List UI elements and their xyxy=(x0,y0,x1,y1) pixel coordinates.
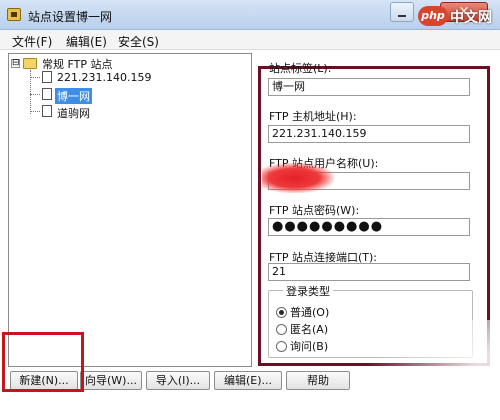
minimize-button[interactable] xyxy=(390,2,414,22)
site-label-field[interactable]: 博一网 xyxy=(268,78,470,96)
edit-button[interactable]: 编辑(E)... xyxy=(214,371,282,390)
host-caption: FTP 主机地址(H): xyxy=(269,110,357,123)
password-caption: FTP 站点密码(W): xyxy=(269,204,360,217)
watermark: php 中文网 xyxy=(418,4,498,30)
site-label-caption: 站点标签(L): xyxy=(269,62,332,75)
login-option-ask[interactable]: 询问(B) xyxy=(276,338,328,354)
menu-file[interactable]: 文件(F) xyxy=(12,33,52,50)
window-title: 站点设置博一网 xyxy=(28,10,113,24)
site-page-icon xyxy=(42,71,52,83)
redaction-mark xyxy=(262,163,334,193)
tree-connector xyxy=(30,77,40,78)
tree-item-boyi[interactable]: 博一网 xyxy=(55,88,92,104)
radio-icon[interactable] xyxy=(276,324,287,335)
radio-label: 匿名(A) xyxy=(290,323,329,336)
radio-label: 询问(B) xyxy=(290,340,329,353)
login-option-anonymous[interactable]: 匿名(A) xyxy=(276,321,328,337)
new-button-highlight xyxy=(2,332,84,392)
radio-label: 普通(O) xyxy=(290,306,330,319)
image-fade-overlay xyxy=(330,320,500,420)
login-type-title: 登录类型 xyxy=(283,283,333,299)
tree-connector xyxy=(30,111,40,112)
tree-root-label[interactable]: 常规 FTP 站点 xyxy=(42,56,112,72)
tree-expander-icon[interactable]: ⊟ xyxy=(11,59,20,68)
app-icon xyxy=(7,8,21,21)
login-option-normal[interactable]: 普通(O) xyxy=(276,304,329,320)
radio-icon[interactable] xyxy=(276,341,287,352)
tree-connector xyxy=(30,94,40,95)
menu-bar: 文件(F) 编辑(E) 安全(S) xyxy=(0,30,500,50)
menu-edit[interactable]: 编辑(E) xyxy=(66,33,107,50)
tree-item-ip[interactable]: 221.231.140.159 xyxy=(57,71,151,84)
radio-selected-icon[interactable] xyxy=(276,307,287,318)
watermark-text: 中文网 xyxy=(450,10,492,26)
host-field[interactable]: 221.231.140.159 xyxy=(268,125,470,143)
wizard-button[interactable]: 向导(W)... xyxy=(80,371,142,390)
password-field[interactable]: ●●●●●●●●● xyxy=(268,218,470,236)
site-page-icon xyxy=(42,88,52,100)
site-page-icon xyxy=(42,105,52,117)
folder-icon xyxy=(23,58,37,69)
port-field[interactable]: 21 xyxy=(268,263,470,281)
menu-security[interactable]: 安全(S) xyxy=(118,33,159,50)
site-tree[interactable] xyxy=(8,53,252,367)
import-button[interactable]: 导入(I)... xyxy=(146,371,210,390)
tree-item-daoju[interactable]: 道驹网 xyxy=(57,105,90,121)
watermark-logo: php xyxy=(418,6,448,26)
